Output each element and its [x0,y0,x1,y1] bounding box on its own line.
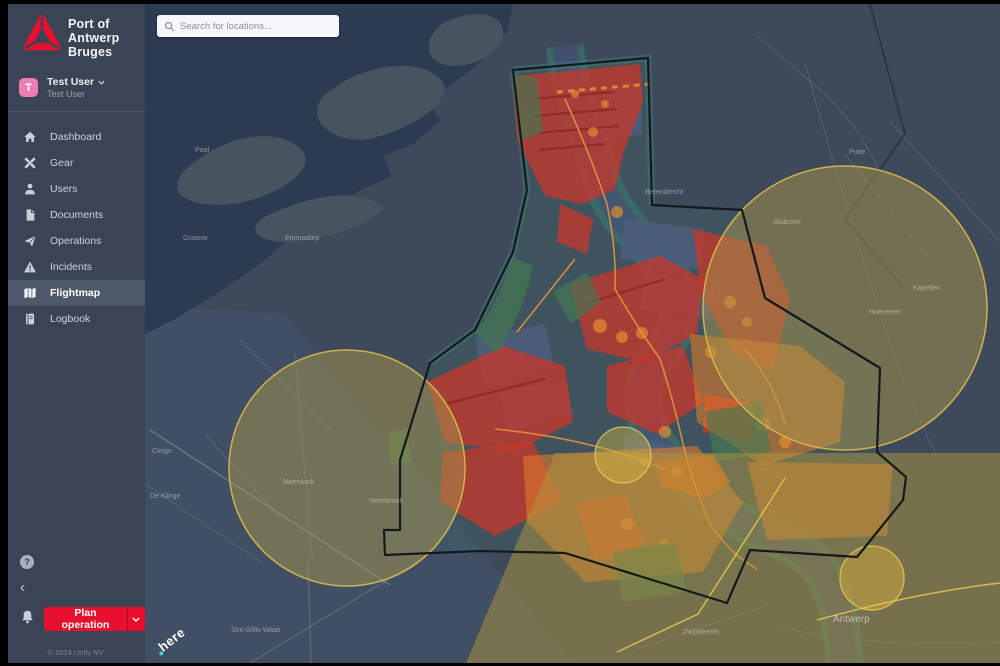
search-input[interactable] [180,21,332,32]
sidebar-footer: ? ‹ Plan operation © 2024 Unify NV [8,555,145,663]
map-label-berendrecht: Berendrecht [645,189,683,196]
home-icon [23,130,37,144]
map-label-kapellen: Kapellen [913,285,940,292]
sidebar-item-documents[interactable]: Documents [8,202,145,228]
sidebar-item-gear[interactable]: Gear [8,150,145,176]
map-label-de-klinge: De Klinge [150,493,180,500]
paper-plane-icon [23,234,37,248]
map-label-graauw: Graauw [183,235,208,242]
avatar: T [19,78,38,97]
notifications-bell-icon[interactable] [20,609,35,630]
document-icon [23,208,37,222]
user-menu[interactable]: T Test User Test User [8,70,145,112]
search-icon [164,21,175,32]
map-label-antwerp: Antwerp [833,614,870,625]
help-icon[interactable]: ? [20,555,34,569]
sidebar: Port of Antwerp Bruges T Test User Test … [8,4,145,663]
map-label-emmadorp: Emmadorp [285,235,319,242]
user-name: Test User [47,76,94,88]
map-label-sint-gillis-waas: Sint-Gillis-Waas [231,627,281,634]
user-icon [23,182,37,196]
map-label-hoevenen: Hoevenen [869,309,901,316]
sidebar-item-flightmap[interactable]: Flightmap [8,280,145,306]
propeller-icon [23,156,37,170]
book-icon [23,312,37,326]
sidebar-item-operations[interactable]: Operations [8,228,145,254]
user-role: Test User [47,89,105,99]
plan-operation-button[interactable]: Plan operation [44,607,145,631]
map-label-meerdonk: Meerdonk [283,479,315,486]
map-label-stabroek: Stabroek [773,219,802,226]
sidebar-item-dashboard[interactable]: Dashboard [8,124,145,150]
app-window: Port of Antwerp Bruges T Test User Test … [0,0,1000,666]
brand: Port of Antwerp Bruges [8,4,145,70]
map-label-clinge: Clinge [152,448,172,455]
sidebar-item-incidents[interactable]: Incidents [8,254,145,280]
collapse-sidebar-icon[interactable]: ‹ [20,583,30,593]
location-search[interactable] [157,15,339,37]
sidebar-nav: Dashboard Gear [8,124,145,332]
sidebar-item-users[interactable]: Users [8,176,145,202]
map-icon [23,286,37,300]
map-label-verrebroek: Verrebroek [369,498,404,505]
map-label-zwijndrecht: Zwijndrecht [683,629,719,636]
plan-operation-caret[interactable] [128,607,145,631]
map-layers: Paal Emmadorp Graauw Clinge De Klinge Me… [145,4,1000,663]
sidebar-item-logbook[interactable]: Logbook [8,306,145,332]
copyright: © 2024 Unify NV [20,641,145,657]
flightmap-canvas[interactable]: Paal Emmadorp Graauw Clinge De Klinge Me… [145,4,1000,663]
map-label-putte: Putte [849,149,865,156]
chevron-down-icon [98,80,105,85]
port-of-antwerp-logo-icon [24,15,60,60]
warning-icon [23,260,37,274]
brand-name: Port of Antwerp Bruges [68,17,119,59]
map-label-paal: Paal [195,147,209,154]
